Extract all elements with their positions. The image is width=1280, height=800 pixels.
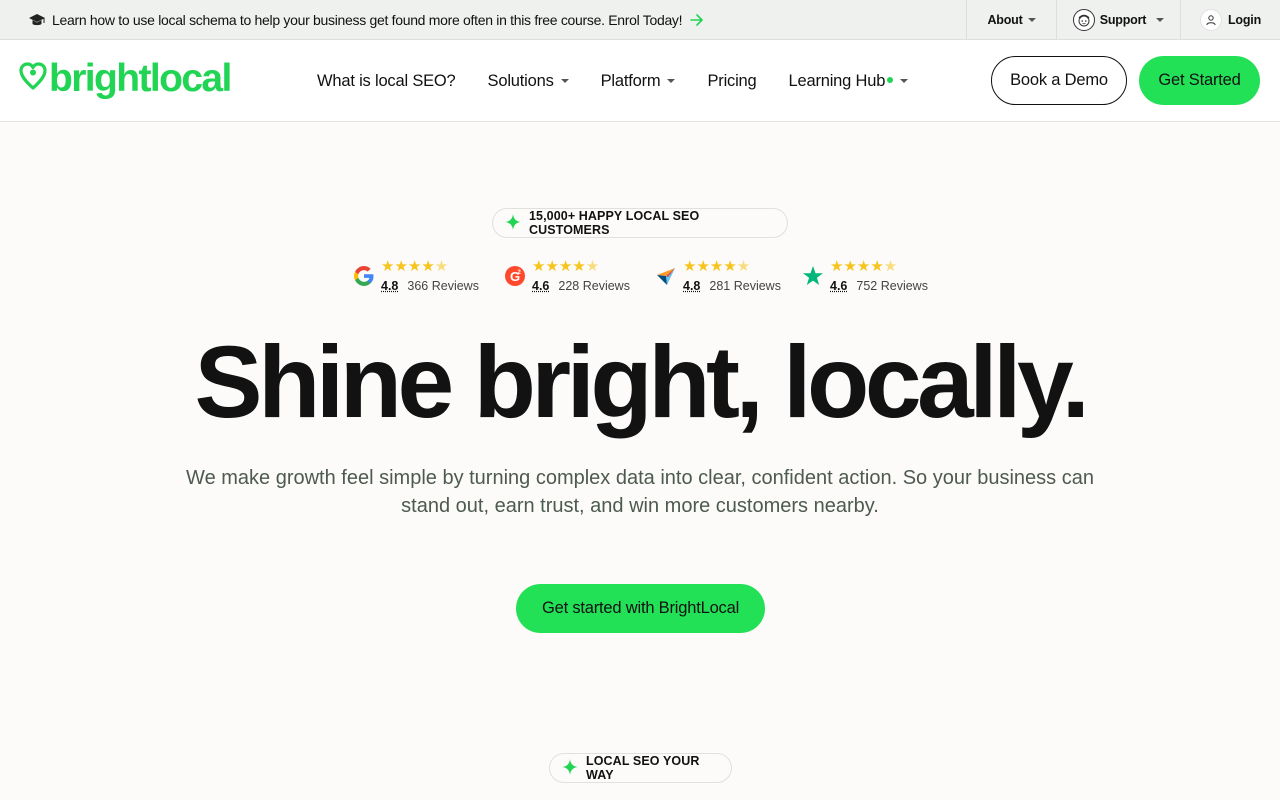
menu-platform[interactable]: Platform [601,72,676,91]
chevron-down-icon [900,79,909,83]
section-badge: LOCAL SEO YOUR WAY [549,753,732,783]
book-demo-button[interactable]: Book a Demo [991,56,1127,105]
menu-label: Platform [600,71,661,90]
ratings-row: ★★★★★ 4.8 366 Reviews G2 ★★★★★ 4.6 228 R… [0,258,1280,298]
g2-icon: G2 [503,264,527,288]
star-rating-icons: ★★★★★ [683,258,751,275]
user-icon [1199,8,1222,31]
chevron-down-icon [1027,17,1036,22]
star-rating-icons: ★★★★★ [830,258,898,275]
section-badge-text: LOCAL SEO YOUR WAY [586,754,700,782]
menu-learning-hub[interactable]: Learning Hub [789,72,909,91]
menu-label: Pricing [707,71,757,90]
star-rating-icons: ★★★★★ [532,258,600,275]
trustpilot-rating[interactable]: ★★★★★ 4.6 752 Reviews [801,258,928,294]
menu-pricing[interactable]: Pricing [707,72,756,91]
support-menu[interactable]: Support [1056,0,1180,40]
google-rating[interactable]: ★★★★★ 4.8 366 Reviews [352,258,479,294]
graduation-cap-icon [28,11,46,29]
new-indicator-dot [887,77,894,83]
login-link[interactable]: Login [1180,0,1280,40]
menu-label: Learning Hub [788,71,886,90]
chevron-down-icon [1156,17,1165,22]
trustpilot-icon [801,264,825,288]
about-label: About [987,12,1023,27]
arrow-right-icon [690,13,704,26]
rating-score: 4.8 [381,279,399,293]
promo-link[interactable]: Learn how to use local schema to help yo… [0,0,966,40]
support-agent-icon [1072,8,1095,31]
rating-score: 4.6 [830,279,848,293]
primary-menu: What is local SEO? Solutions Platform Pr… [317,40,940,122]
review-count: 366 Reviews [407,279,479,293]
review-count: 228 Reviews [558,279,630,293]
support-label: Support [1099,12,1147,27]
get-started-cta-button[interactable]: Get started with BrightLocal [516,584,765,633]
hero-subheadline-line-2: stand out, earn trust, and win more cust… [401,495,879,517]
chevron-down-icon [667,79,676,83]
review-count: 281 Reviews [709,279,781,293]
sparkle-icon [505,213,521,233]
promo-text: Learn how to use local schema to help yo… [52,11,683,28]
main-navigation: brightlocal What is local SEO? Solutions… [0,40,1280,122]
star-rating-icons: ★★★★★ [381,258,449,275]
hero-subheadline: We make growth feel simple by turning co… [140,464,1140,520]
google-icon [352,264,376,288]
about-menu[interactable]: About [966,0,1056,40]
login-label: Login [1227,12,1261,27]
capterra-rating[interactable]: ★★★★★ 4.8 281 Reviews [654,258,781,294]
menu-what-is-local-seo[interactable]: What is local SEO? [317,72,456,91]
capterra-icon [654,264,678,288]
brightlocal-logo[interactable]: brightlocal [19,57,232,100]
rating-score: 4.6 [532,279,550,293]
sparkle-icon [562,758,578,778]
customers-badge-text: 15,000+ HAPPY LOCAL SEO CUSTOMERS [529,209,700,237]
g2-rating[interactable]: G2 ★★★★★ 4.6 228 Reviews [503,258,630,294]
menu-label: What is local SEO? [317,71,456,90]
hero-subheadline-line-1: We make growth feel simple by turning co… [186,467,1094,489]
hero-headline: Shine bright, locally. [194,325,1090,439]
announcement-bar: Learn how to use local schema to help yo… [0,0,1280,40]
get-started-button[interactable]: Get Started [1139,56,1260,105]
rating-score: 4.8 [683,279,701,293]
menu-label: Solutions [487,71,554,90]
customers-badge: 15,000+ HAPPY LOCAL SEO CUSTOMERS [492,208,788,238]
logo-wordmark: brightlocal [49,57,232,100]
chevron-down-icon [560,79,569,83]
review-count: 752 Reviews [856,279,928,293]
heart-pin-icon [19,61,47,96]
menu-solutions[interactable]: Solutions [488,72,569,91]
